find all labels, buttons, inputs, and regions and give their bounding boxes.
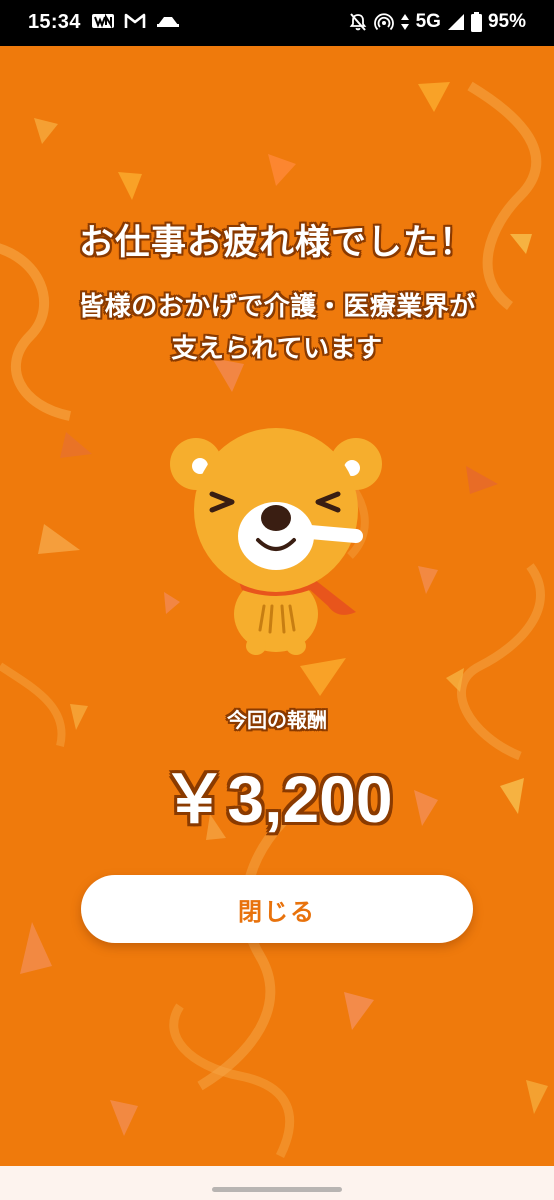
bear-mascot-icon <box>170 428 382 655</box>
reward-label: 今回の報酬 <box>227 708 327 732</box>
status-left-icons <box>92 12 180 30</box>
notifications-off-icon <box>349 13 366 31</box>
app-notification-icon <box>157 17 179 27</box>
navigation-bar <box>0 1166 554 1200</box>
data-arrows-icon <box>400 14 409 30</box>
completion-subtitle-line1: 皆様のおかげで介護・医療業界が <box>78 292 476 322</box>
status-bar: 15:34 5G 95% <box>0 0 554 46</box>
home-indicator[interactable] <box>212 1187 342 1192</box>
gmail-icon <box>124 13 146 28</box>
hotspot-icon <box>373 13 394 31</box>
reward-amount: ￥3,200 <box>161 762 393 836</box>
close-button[interactable]: 閉じる <box>81 875 473 943</box>
wnl-icon <box>92 13 114 29</box>
status-right-icons: 5G 95% <box>348 11 526 33</box>
completion-subtitle-line2: 支えられています <box>171 334 383 364</box>
completion-title: お仕事お疲れ様でした！ <box>78 223 475 263</box>
status-time: 15:34 <box>28 11 81 33</box>
battery-percent: 95% <box>487 11 526 32</box>
signal-icon <box>447 14 464 30</box>
battery-icon <box>470 12 482 32</box>
network-type: 5G <box>415 11 441 32</box>
close-button-label: 閉じる <box>238 897 316 926</box>
completion-screen: お仕事お疲れ様でした！ 皆様のおかげで介護・医療業界が 支えられています 今回の… <box>0 46 554 1166</box>
